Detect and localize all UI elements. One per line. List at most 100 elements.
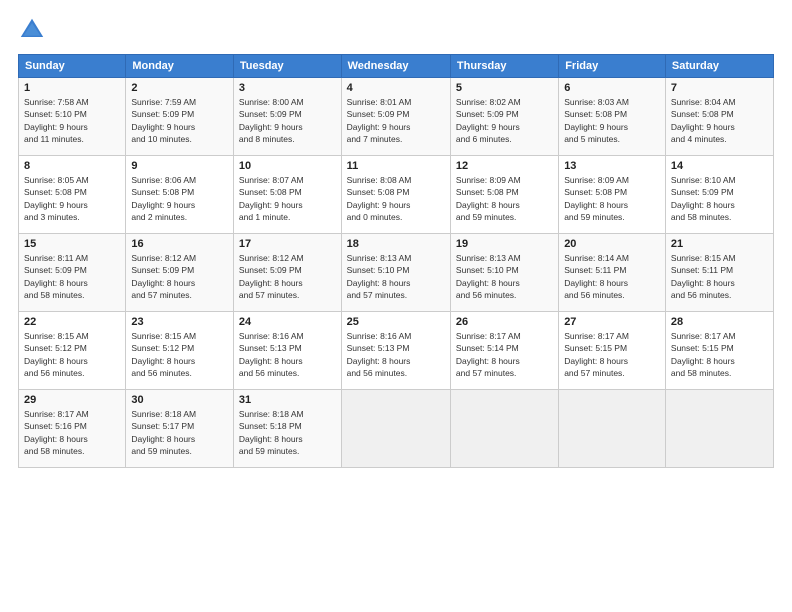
day-number: 9 bbox=[131, 160, 228, 172]
day-number: 4 bbox=[347, 82, 445, 94]
day-info: Sunrise: 8:06 AMSunset: 5:08 PMDaylight:… bbox=[131, 174, 228, 223]
day-info: Sunrise: 7:58 AMSunset: 5:10 PMDaylight:… bbox=[24, 96, 120, 145]
day-cell: 16 Sunrise: 8:12 AMSunset: 5:09 PMDayligh… bbox=[126, 234, 234, 312]
week-row-1: 1 Sunrise: 7:58 AMSunset: 5:10 PMDaylight… bbox=[19, 78, 774, 156]
day-cell: 18Sunrise: 8:13 AMSunset: 5:10 PMDayligh… bbox=[341, 234, 450, 312]
week-row-2: 8 Sunrise: 8:05 AMSunset: 5:08 PMDaylight… bbox=[19, 156, 774, 234]
day-cell: 6Sunrise: 8:03 AMSunset: 5:08 PMDaylight… bbox=[559, 78, 666, 156]
day-cell: 27 Sunrise: 8:17 AMSunset: 5:15 PMDayligh… bbox=[559, 312, 666, 390]
day-cell bbox=[341, 390, 450, 468]
calendar-page: SundayMondayTuesdayWednesdayThursdayFrid… bbox=[0, 0, 792, 612]
week-row-5: 29 Sunrise: 8:17 AMSunset: 5:16 PMDayligh… bbox=[19, 390, 774, 468]
day-cell: 23 Sunrise: 8:15 AMSunset: 5:12 PMDayligh… bbox=[126, 312, 234, 390]
day-info: Sunrise: 8:04 AMSunset: 5:08 PMDaylight:… bbox=[671, 96, 768, 145]
day-cell: 30 Sunrise: 8:18 AMSunset: 5:17 PMDayligh… bbox=[126, 390, 234, 468]
day-cell: 1 Sunrise: 7:58 AMSunset: 5:10 PMDaylight… bbox=[19, 78, 126, 156]
day-cell bbox=[665, 390, 773, 468]
day-info: Sunrise: 8:03 AMSunset: 5:08 PMDaylight:… bbox=[564, 96, 660, 145]
day-info: Sunrise: 8:13 AMSunset: 5:10 PMDaylight:… bbox=[456, 252, 553, 301]
day-info: Sunrise: 8:08 AMSunset: 5:08 PMDaylight:… bbox=[347, 174, 445, 223]
day-number: 8 bbox=[24, 160, 120, 172]
day-info: Sunrise: 8:09 AMSunset: 5:08 PMDaylight:… bbox=[456, 174, 553, 223]
day-cell: 3Sunrise: 8:00 AMSunset: 5:09 PMDaylight… bbox=[233, 78, 341, 156]
day-cell: 21Sunrise: 8:15 AMSunset: 5:11 PMDayligh… bbox=[665, 234, 773, 312]
day-number: 7 bbox=[671, 82, 768, 94]
day-cell: 19 Sunrise: 8:13 AMSunset: 5:10 PMDayligh… bbox=[450, 234, 558, 312]
day-cell: 10 Sunrise: 8:07 AMSunset: 5:08 PMDayligh… bbox=[233, 156, 341, 234]
day-cell: 15 Sunrise: 8:11 AMSunset: 5:09 PMDayligh… bbox=[19, 234, 126, 312]
day-number: 27 bbox=[564, 316, 660, 328]
day-cell: 20 Sunrise: 8:14 AMSunset: 5:11 PMDayligh… bbox=[559, 234, 666, 312]
day-info: Sunrise: 8:13 AMSunset: 5:10 PMDaylight:… bbox=[347, 252, 445, 301]
day-info: Sunrise: 8:18 AMSunset: 5:17 PMDaylight:… bbox=[131, 408, 228, 457]
day-cell: 29 Sunrise: 8:17 AMSunset: 5:16 PMDayligh… bbox=[19, 390, 126, 468]
day-info: Sunrise: 7:59 AMSunset: 5:09 PMDaylight:… bbox=[131, 96, 228, 145]
logo-icon bbox=[18, 16, 46, 44]
day-info: Sunrise: 8:12 AMSunset: 5:09 PMDaylight:… bbox=[131, 252, 228, 301]
day-cell: 2 Sunrise: 7:59 AMSunset: 5:09 PMDaylight… bbox=[126, 78, 234, 156]
day-cell bbox=[450, 390, 558, 468]
day-number: 1 bbox=[24, 82, 120, 94]
day-number: 10 bbox=[239, 160, 336, 172]
header-day-sunday: Sunday bbox=[19, 55, 126, 78]
day-info: Sunrise: 8:17 AMSunset: 5:16 PMDaylight:… bbox=[24, 408, 120, 457]
day-info: Sunrise: 8:02 AMSunset: 5:09 PMDaylight:… bbox=[456, 96, 553, 145]
week-row-4: 22 Sunrise: 8:15 AMSunset: 5:12 PMDayligh… bbox=[19, 312, 774, 390]
calendar-table: SundayMondayTuesdayWednesdayThursdayFrid… bbox=[18, 54, 774, 468]
day-cell: 24 Sunrise: 8:16 AMSunset: 5:13 PMDayligh… bbox=[233, 312, 341, 390]
day-cell: 13 Sunrise: 8:09 AMSunset: 5:08 PMDayligh… bbox=[559, 156, 666, 234]
day-number: 23 bbox=[131, 316, 228, 328]
day-number: 5 bbox=[456, 82, 553, 94]
day-number: 13 bbox=[564, 160, 660, 172]
header-day-friday: Friday bbox=[559, 55, 666, 78]
day-number: 11 bbox=[347, 160, 445, 172]
calendar-header: SundayMondayTuesdayWednesdayThursdayFrid… bbox=[19, 55, 774, 78]
day-cell: 5 Sunrise: 8:02 AMSunset: 5:09 PMDaylight… bbox=[450, 78, 558, 156]
day-number: 28 bbox=[671, 316, 768, 328]
week-row-3: 15 Sunrise: 8:11 AMSunset: 5:09 PMDayligh… bbox=[19, 234, 774, 312]
day-cell: 7 Sunrise: 8:04 AMSunset: 5:08 PMDaylight… bbox=[665, 78, 773, 156]
day-info: Sunrise: 8:18 AMSunset: 5:18 PMDaylight:… bbox=[239, 408, 336, 457]
day-info: Sunrise: 8:07 AMSunset: 5:08 PMDaylight:… bbox=[239, 174, 336, 223]
day-info: Sunrise: 8:11 AMSunset: 5:09 PMDaylight:… bbox=[24, 252, 120, 301]
day-number: 25 bbox=[347, 316, 445, 328]
day-number: 16 bbox=[131, 238, 228, 250]
day-cell: 26Sunrise: 8:17 AMSunset: 5:14 PMDayligh… bbox=[450, 312, 558, 390]
day-number: 29 bbox=[24, 394, 120, 406]
header-row: SundayMondayTuesdayWednesdayThursdayFrid… bbox=[19, 55, 774, 78]
day-info: Sunrise: 8:17 AMSunset: 5:15 PMDaylight:… bbox=[671, 330, 768, 379]
header-day-wednesday: Wednesday bbox=[341, 55, 450, 78]
logo bbox=[18, 16, 50, 44]
day-number: 14 bbox=[671, 160, 768, 172]
day-cell: 9 Sunrise: 8:06 AMSunset: 5:08 PMDaylight… bbox=[126, 156, 234, 234]
day-cell: 14 Sunrise: 8:10 AMSunset: 5:09 PMDayligh… bbox=[665, 156, 773, 234]
day-cell: 28 Sunrise: 8:17 AMSunset: 5:15 PMDayligh… bbox=[665, 312, 773, 390]
day-number: 21 bbox=[671, 238, 768, 250]
day-number: 22 bbox=[24, 316, 120, 328]
day-cell: 12Sunrise: 8:09 AMSunset: 5:08 PMDayligh… bbox=[450, 156, 558, 234]
day-info: Sunrise: 8:15 AMSunset: 5:12 PMDaylight:… bbox=[24, 330, 120, 379]
day-cell: 17 Sunrise: 8:12 AMSunset: 5:09 PMDayligh… bbox=[233, 234, 341, 312]
day-info: Sunrise: 8:09 AMSunset: 5:08 PMDaylight:… bbox=[564, 174, 660, 223]
day-info: Sunrise: 8:17 AMSunset: 5:15 PMDaylight:… bbox=[564, 330, 660, 379]
day-info: Sunrise: 8:15 AMSunset: 5:12 PMDaylight:… bbox=[131, 330, 228, 379]
day-info: Sunrise: 8:16 AMSunset: 5:13 PMDaylight:… bbox=[239, 330, 336, 379]
day-cell bbox=[559, 390, 666, 468]
day-number: 2 bbox=[131, 82, 228, 94]
day-cell: 22 Sunrise: 8:15 AMSunset: 5:12 PMDayligh… bbox=[19, 312, 126, 390]
day-number: 19 bbox=[456, 238, 553, 250]
day-number: 26 bbox=[456, 316, 553, 328]
day-info: Sunrise: 8:05 AMSunset: 5:08 PMDaylight:… bbox=[24, 174, 120, 223]
header-day-thursday: Thursday bbox=[450, 55, 558, 78]
header bbox=[18, 16, 774, 44]
day-number: 15 bbox=[24, 238, 120, 250]
day-info: Sunrise: 8:10 AMSunset: 5:09 PMDaylight:… bbox=[671, 174, 768, 223]
day-number: 17 bbox=[239, 238, 336, 250]
day-info: Sunrise: 8:12 AMSunset: 5:09 PMDaylight:… bbox=[239, 252, 336, 301]
day-number: 20 bbox=[564, 238, 660, 250]
day-number: 24 bbox=[239, 316, 336, 328]
day-info: Sunrise: 8:14 AMSunset: 5:11 PMDaylight:… bbox=[564, 252, 660, 301]
day-info: Sunrise: 8:16 AMSunset: 5:13 PMDaylight:… bbox=[347, 330, 445, 379]
day-cell: 11 Sunrise: 8:08 AMSunset: 5:08 PMDayligh… bbox=[341, 156, 450, 234]
day-number: 30 bbox=[131, 394, 228, 406]
